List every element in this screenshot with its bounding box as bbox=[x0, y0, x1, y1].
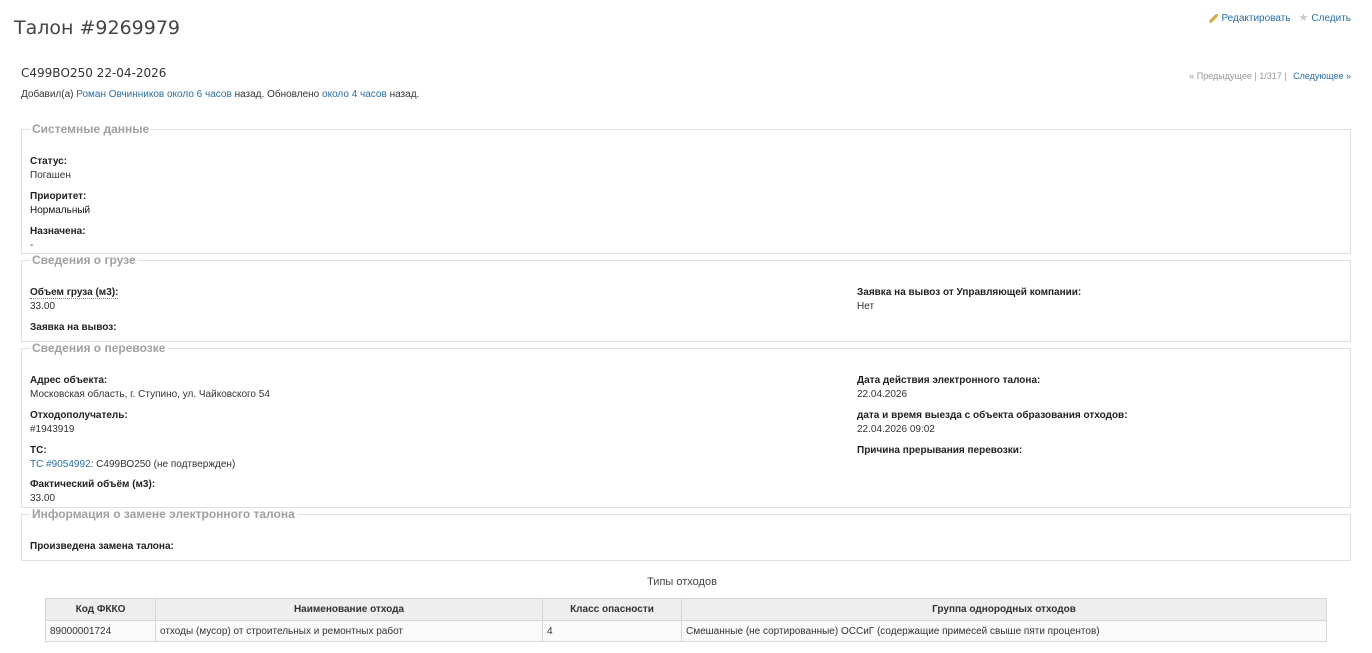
status-value: Погашен bbox=[30, 170, 71, 181]
watch-action[interactable]: ★ Следить bbox=[1298, 12, 1351, 25]
priority-value: Нормальный bbox=[30, 205, 91, 216]
page-title: Талон #9269979 bbox=[14, 17, 181, 39]
waste-table: Код ФККО Наименование отхода Класс опасн… bbox=[45, 598, 1327, 642]
prev-link[interactable]: « Предыдущее bbox=[1189, 71, 1252, 81]
fact-volume-label: Фактический объём (м3): bbox=[30, 479, 156, 490]
ticket-date-field: Дата действия электронного талона: 22.04… bbox=[857, 374, 1040, 402]
assigned-label: Назначена: bbox=[30, 226, 86, 237]
pager-position: 1/317 bbox=[1259, 71, 1282, 81]
address-field: Адрес объекта: Московская область, г. Ст… bbox=[30, 374, 270, 402]
request-field: Заявка на вывоз: bbox=[30, 321, 117, 335]
fact-volume-field: Фактический объём (м3): 33.00 bbox=[30, 478, 155, 506]
system-data-legend: Системные данные bbox=[32, 122, 150, 136]
author-line: Добавил(а) Роман Овчинников около 6 часо… bbox=[21, 89, 419, 100]
top-actions: Редактировать ★ Следить bbox=[1208, 12, 1351, 25]
receiver-label: Отходополучатель: bbox=[30, 410, 128, 421]
cell-waste-group: Смешанные (не сортированные) ОССиГ (соде… bbox=[681, 620, 1327, 642]
replacement-section: Информация о замене электронного талона … bbox=[21, 507, 1351, 561]
edit-action[interactable]: Редактировать bbox=[1208, 13, 1290, 24]
added-time-link[interactable]: около 6 часов bbox=[167, 89, 232, 100]
receiver-field: Отходополучатель: #1943919 bbox=[30, 409, 128, 437]
volume-value: 33.00 bbox=[30, 301, 56, 312]
replacement-field: Произведена замена талона: bbox=[30, 540, 174, 554]
departure-field: дата и время выезда с объекта образовани… bbox=[857, 409, 1128, 437]
pencil-icon bbox=[1208, 14, 1218, 24]
author-mid: назад. Обновлено bbox=[234, 89, 320, 100]
volume-field: Объем груза (м3): 33.00 bbox=[30, 286, 119, 314]
system-data-section: Системные данные Статус: Погашен Приорит… bbox=[21, 122, 1351, 254]
author-suffix: назад. bbox=[389, 89, 420, 100]
waste-table-header: Код ФККО Наименование отхода Класс опасн… bbox=[45, 598, 1327, 621]
uk-request-label: Заявка на вывоз от Управляющей компании: bbox=[857, 287, 1082, 298]
priority-field: Приоритет: Нормальный bbox=[30, 190, 90, 218]
priority-label: Приоритет: bbox=[30, 191, 87, 202]
waste-types-title: Типы отходов bbox=[647, 576, 717, 588]
fact-volume-value: 33.00 bbox=[30, 493, 56, 504]
pager-separator-2: | bbox=[1284, 71, 1287, 81]
cell-hazard-class: 4 bbox=[542, 620, 682, 642]
author-name-link[interactable]: Роман Овчинников bbox=[76, 89, 164, 100]
ticket-date-label: Дата действия электронного талона: bbox=[857, 375, 1041, 386]
watch-link[interactable]: Следить bbox=[1311, 13, 1351, 24]
uk-request-field: Заявка на вывоз от Управляющей компании:… bbox=[857, 286, 1081, 314]
cargo-legend: Сведения о грузе bbox=[32, 253, 136, 267]
star-icon: ★ bbox=[1298, 12, 1309, 24]
header-hazard-class: Класс опасности bbox=[542, 598, 682, 621]
vehicle-link[interactable]: ТС #9054992 bbox=[30, 459, 91, 470]
address-label: Адрес объекта: bbox=[30, 375, 108, 386]
vehicle-field: ТС: ТС #9054992: С499ВО250 (не подтвержд… bbox=[30, 444, 235, 472]
replacement-label: Произведена замена талона: bbox=[30, 541, 174, 552]
vehicle-label: ТС: bbox=[30, 445, 47, 456]
cell-waste-name: отходы (мусор) от строительных и ремонтн… bbox=[155, 620, 543, 642]
departure-label: дата и время выезда с объекта образовани… bbox=[857, 410, 1128, 421]
ticket-date-value: 22.04.2026 bbox=[857, 389, 908, 400]
uk-request-value: Нет bbox=[857, 301, 875, 312]
pager: « Предыдущее | 1/317 | Следующее » bbox=[1189, 71, 1351, 81]
next-link[interactable]: Следующее » bbox=[1293, 71, 1351, 81]
pager-separator: | bbox=[1254, 71, 1257, 81]
departure-value: 22.04.2026 09:02 bbox=[857, 424, 935, 435]
receiver-value: #1943919 bbox=[30, 424, 75, 435]
ticket-subject: С499ВО250 22-04-2026 bbox=[21, 66, 167, 80]
edit-link[interactable]: Редактировать bbox=[1221, 13, 1290, 24]
header-fkko-code: Код ФККО bbox=[45, 598, 156, 621]
updated-time-link[interactable]: около 4 часов bbox=[322, 89, 387, 100]
header-waste-group: Группа однородных отходов bbox=[681, 598, 1327, 621]
request-label: Заявка на вывоз: bbox=[30, 322, 117, 333]
vehicle-value: : С499ВО250 (не подтвержден) bbox=[90, 459, 236, 470]
cargo-section: Сведения о грузе Объем груза (м3): 33.00… bbox=[21, 253, 1351, 342]
interruption-label: Причина прерывания перевозки: bbox=[857, 445, 1023, 456]
transport-section: Сведения о перевозке Адрес объекта: Моск… bbox=[21, 341, 1351, 508]
table-row: 89000001724 отходы (мусор) от строительн… bbox=[45, 620, 1327, 642]
header-waste-name: Наименование отхода bbox=[155, 598, 543, 621]
assigned-field: Назначена: - bbox=[30, 225, 86, 253]
address-value: Московская область, г. Ступино, ул. Чайк… bbox=[30, 389, 270, 400]
author-prefix: Добавил(а) bbox=[21, 89, 74, 100]
status-label: Статус: bbox=[30, 156, 68, 167]
replacement-legend: Информация о замене электронного талона bbox=[32, 507, 295, 521]
interruption-field: Причина прерывания перевозки: bbox=[857, 444, 1022, 458]
cell-fkko-code: 89000001724 bbox=[45, 620, 156, 642]
status-field: Статус: Погашен bbox=[30, 155, 71, 183]
assigned-value: - bbox=[30, 240, 34, 251]
transport-legend: Сведения о перевозке bbox=[32, 341, 166, 355]
volume-label: Объем груза (м3): bbox=[30, 287, 119, 299]
